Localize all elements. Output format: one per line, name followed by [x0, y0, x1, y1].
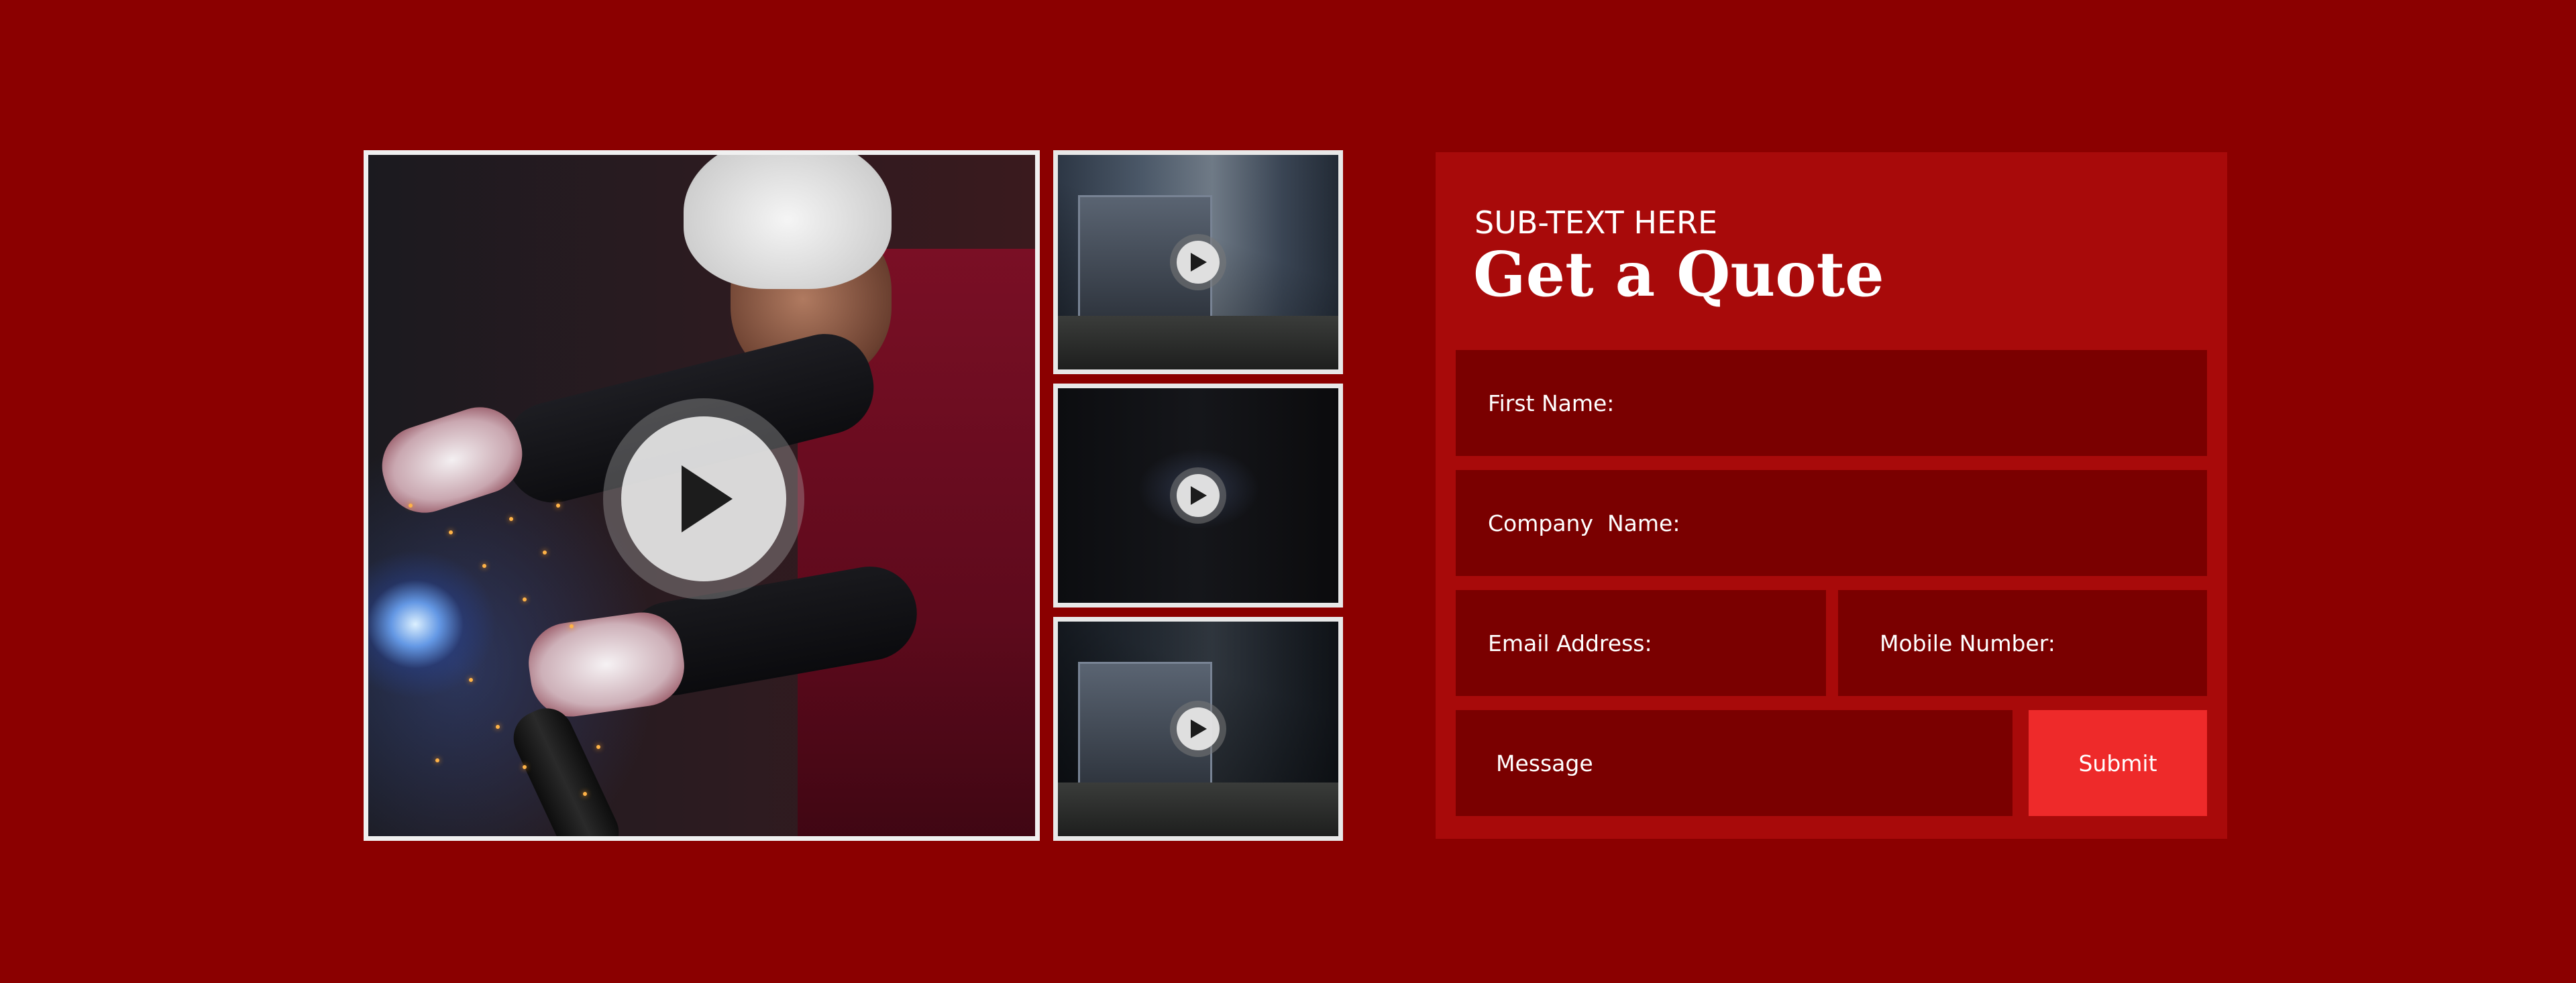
spark [509, 517, 513, 521]
play-icon [1191, 253, 1207, 272]
video-thumbnail-3[interactable] [1053, 617, 1343, 841]
spark [556, 504, 560, 508]
play-icon [1191, 486, 1207, 505]
email-label: Email Address: [1488, 630, 1652, 656]
thumbnail-play-button[interactable] [1170, 701, 1226, 757]
form-title: Get a Quote [1473, 238, 1884, 310]
main-video[interactable] [364, 150, 1040, 841]
thumbnail-play-button[interactable] [1170, 467, 1226, 524]
spark [496, 725, 500, 729]
mobile-number-field[interactable]: Mobile Number: [1838, 590, 2207, 696]
spark [435, 758, 439, 762]
video-scene-helmet [684, 155, 892, 289]
spark [449, 530, 453, 534]
message-field[interactable]: Message [1456, 710, 2012, 816]
play-button[interactable] [621, 416, 786, 581]
form-subtext: SUB-TEXT HERE [1474, 205, 1718, 241]
thumbnail-scene-floor [1058, 783, 1338, 836]
spark [409, 504, 413, 508]
spark [570, 624, 574, 628]
video-thumbnail-1[interactable] [1053, 150, 1343, 374]
company-name-field[interactable]: Company Name: [1456, 470, 2207, 576]
video-scene-glove [523, 607, 690, 722]
spark [523, 597, 527, 601]
thumbnail-play-circle [1177, 707, 1220, 750]
email-field[interactable]: Email Address: [1456, 590, 1826, 696]
message-label: Message [1496, 750, 1593, 776]
spark [596, 745, 600, 749]
thumbnail-play-button[interactable] [1170, 234, 1226, 290]
thumbnail-scene-floor [1058, 316, 1338, 369]
quote-form-panel: SUB-TEXT HERE Get a Quote First Name: Co… [1436, 152, 2227, 839]
play-button-ring [603, 398, 804, 599]
spark [543, 551, 547, 555]
video-scene-torch [504, 699, 628, 836]
video-scene-glove [372, 396, 533, 524]
play-icon [1191, 719, 1207, 738]
submit-button[interactable]: Submit [2029, 710, 2207, 816]
spark [469, 678, 473, 682]
first-name-label: First Name: [1488, 390, 1615, 416]
play-icon [682, 465, 733, 532]
video-thumbnail-2[interactable] [1053, 384, 1343, 608]
thumbnail-play-circle [1177, 474, 1220, 517]
company-name-label: Company Name: [1488, 510, 1680, 536]
first-name-field[interactable]: First Name: [1456, 350, 2207, 456]
spark [583, 792, 587, 796]
thumbnail-play-circle [1177, 241, 1220, 284]
mobile-number-label: Mobile Number: [1880, 630, 2055, 656]
spark [523, 765, 527, 769]
spark [482, 564, 486, 568]
